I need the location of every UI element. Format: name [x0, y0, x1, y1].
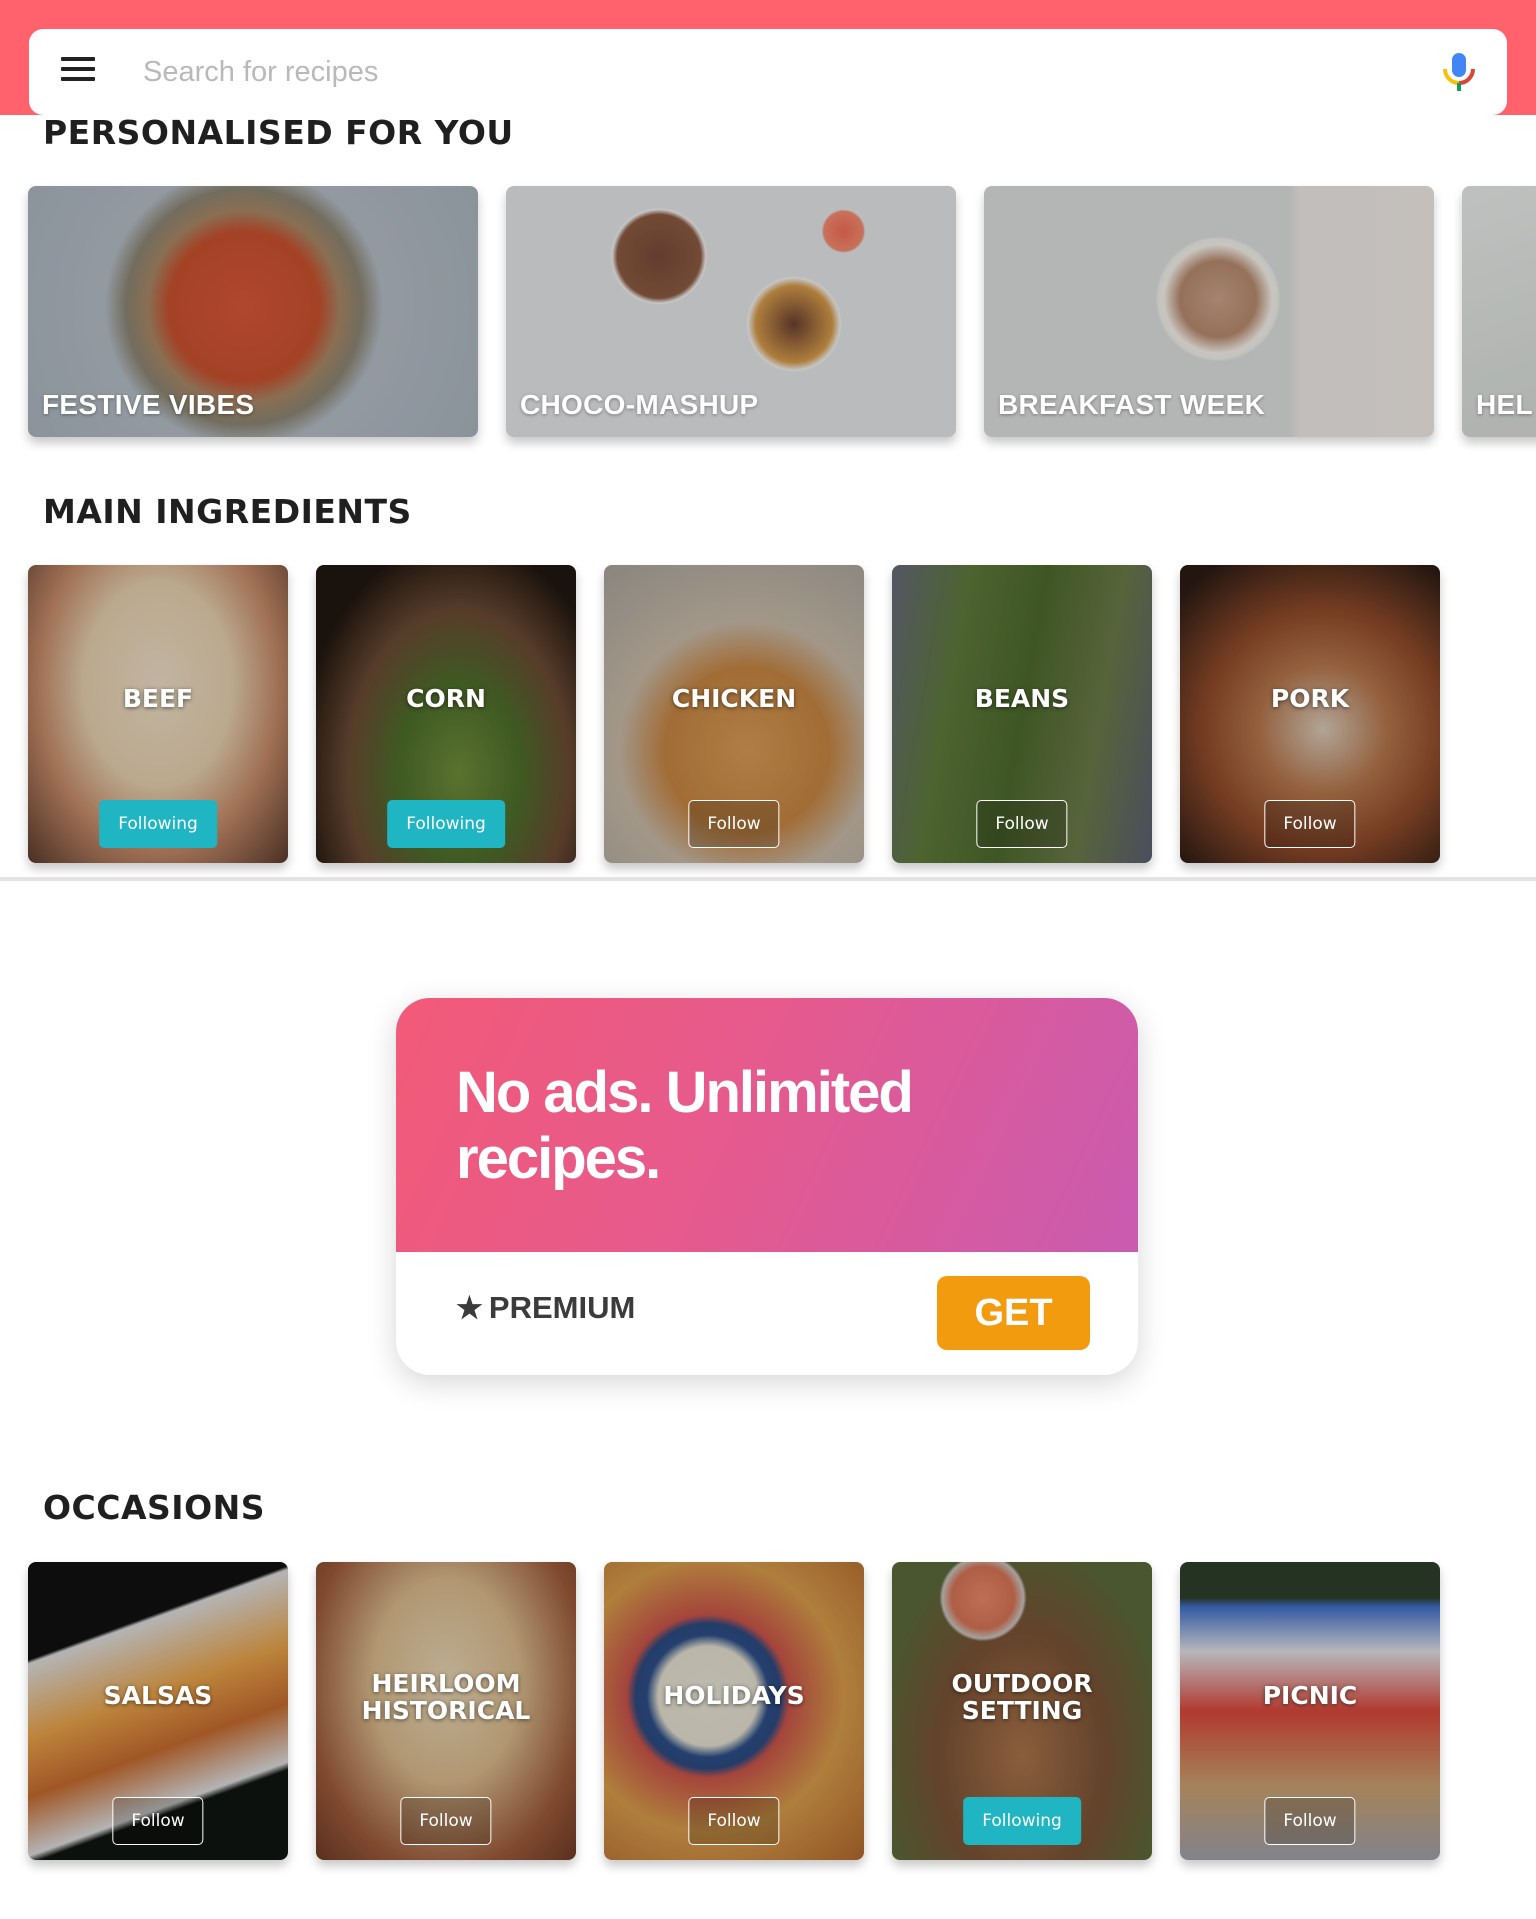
premium-label: ★ PREMIUM	[456, 1290, 635, 1326]
ingredient-card-pork[interactable]: PORK Follow	[1180, 565, 1440, 863]
card-label: CHOCO-MASHUP	[520, 389, 759, 420]
premium-label-text: PREMIUM	[488, 1290, 636, 1325]
following-button[interactable]: Following	[963, 1797, 1081, 1845]
follow-button[interactable]: Follow	[688, 800, 780, 848]
collection-card-breakfast-week[interactable]: BREAKFAST WEEK	[984, 186, 1434, 437]
microphone-icon[interactable]	[1439, 51, 1479, 95]
get-premium-button[interactable]: GET	[937, 1276, 1090, 1350]
star-icon: ★	[456, 1292, 483, 1325]
follow-button[interactable]: Follow	[1264, 1797, 1356, 1845]
section-divider	[0, 877, 1536, 881]
top-app-bar	[0, 0, 1536, 115]
section-title-personalised: PERSONALISED FOR YOU	[43, 113, 514, 152]
search-input[interactable]	[143, 47, 1343, 97]
card-label: OUTDOOR SETTING	[951, 1669, 1093, 1725]
card-label: PORK	[1270, 684, 1350, 713]
premium-headline: No ads. Unlimited recipes.	[456, 1060, 914, 1191]
premium-promo-card[interactable]: No ads. Unlimited recipes. ★ PREMIUM GET	[396, 998, 1138, 1375]
section-title-main-ingredients: MAIN INGREDIENTS	[43, 492, 412, 531]
ingredient-card-chicken[interactable]: CHICKEN Follow	[604, 565, 864, 863]
ingredient-card-beans[interactable]: BEANS Follow	[892, 565, 1152, 863]
follow-button[interactable]: Follow	[400, 1797, 492, 1845]
hamburger-menu-icon[interactable]	[61, 57, 95, 85]
ingredient-card-corn[interactable]: CORN Following	[316, 565, 576, 863]
card-label: CHICKEN	[671, 684, 797, 713]
following-button[interactable]: Following	[99, 800, 217, 848]
follow-button[interactable]: Follow	[976, 800, 1068, 848]
occasion-card-outdoor-setting[interactable]: OUTDOOR SETTING Following	[892, 1562, 1152, 1860]
card-label: SALSAS	[103, 1681, 213, 1710]
premium-banner: No ads. Unlimited recipes.	[396, 998, 1138, 1252]
follow-button[interactable]: Follow	[688, 1797, 780, 1845]
card-label: HEIRLOOM HISTORICAL	[361, 1669, 531, 1725]
section-title-occasions: OCCASIONS	[43, 1488, 266, 1527]
card-label: HEL	[1476, 389, 1533, 420]
collection-card-festive-vibes[interactable]: FESTIVE VIBES	[28, 186, 478, 437]
follow-button[interactable]: Follow	[112, 1797, 204, 1845]
card-label: FESTIVE VIBES	[42, 389, 255, 420]
collection-card-choco-mashup[interactable]: CHOCO-MASHUP	[506, 186, 956, 437]
follow-button[interactable]: Follow	[1264, 800, 1356, 848]
following-button[interactable]: Following	[387, 800, 505, 848]
occasion-card-salsas[interactable]: SALSAS Follow	[28, 1562, 288, 1860]
card-label: HOLIDAYS	[663, 1681, 805, 1710]
ingredient-card-beef[interactable]: BEEF Following	[28, 565, 288, 863]
occasion-card-heirloom-historical[interactable]: HEIRLOOM HISTORICAL Follow	[316, 1562, 576, 1860]
card-label: BEEF	[122, 684, 194, 713]
search-bar	[29, 29, 1507, 115]
card-label: BREAKFAST WEEK	[998, 389, 1266, 420]
occasion-card-picnic[interactable]: PICNIC Follow	[1180, 1562, 1440, 1860]
collection-card-partial[interactable]: HEL	[1462, 186, 1536, 437]
card-label: PICNIC	[1262, 1681, 1358, 1710]
card-label: CORN	[406, 684, 486, 713]
card-label: BEANS	[974, 684, 1070, 713]
occasion-card-holidays[interactable]: HOLIDAYS Follow	[604, 1562, 864, 1860]
